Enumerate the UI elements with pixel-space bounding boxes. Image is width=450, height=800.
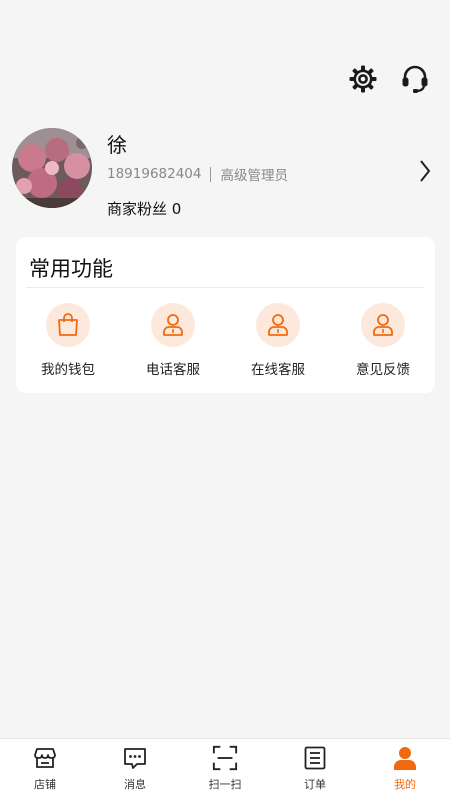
tab-label: 订单	[304, 778, 326, 791]
fans-count: 商家粉丝 0	[107, 200, 182, 218]
header-actions	[346, 62, 432, 96]
function-label: 我的钱包	[41, 362, 95, 378]
gear-icon[interactable]	[346, 62, 380, 96]
person-icon	[361, 303, 405, 347]
store-icon	[32, 745, 58, 771]
person-icon	[256, 303, 300, 347]
avatar[interactable]	[12, 128, 92, 208]
function-online-service[interactable]: 在线客服	[228, 303, 328, 378]
function-label: 在线客服	[251, 362, 305, 378]
order-icon	[302, 745, 328, 771]
divider	[26, 287, 425, 288]
user-phone: 18919682404	[107, 166, 202, 182]
common-functions-card: 常用功能 我的钱包 电话客服 在线客服 意见反馈	[16, 237, 435, 393]
card-title: 常用功能	[29, 257, 113, 281]
chevron-right-icon[interactable]	[418, 158, 432, 184]
tab-label: 扫一扫	[208, 778, 242, 791]
message-icon	[122, 745, 148, 771]
user-role: 高级管理员	[220, 168, 288, 184]
tab-label: 我的	[394, 778, 416, 791]
function-label: 电话客服	[146, 362, 200, 378]
function-feedback[interactable]: 意见反馈	[333, 303, 433, 378]
function-grid: 我的钱包 电话客服 在线客服 意见反馈	[16, 303, 435, 378]
function-phone-service[interactable]: 电话客服	[123, 303, 223, 378]
headset-icon[interactable]	[398, 62, 432, 96]
user-meta: 18919682404 高级管理员	[107, 164, 432, 184]
tab-label: 消息	[124, 778, 146, 791]
tab-label: 店铺	[34, 778, 56, 791]
tab-store[interactable]: 店铺	[0, 739, 90, 800]
tab-messages[interactable]: 消息	[90, 739, 180, 800]
person-icon	[151, 303, 195, 347]
meta-separator	[210, 166, 212, 182]
bottom-tab-bar: 店铺 消息 扫一扫 订单 我的	[0, 738, 450, 800]
function-label: 意见反馈	[356, 362, 410, 378]
tab-scan[interactable]: 扫一扫	[180, 739, 270, 800]
user-name: 徐	[107, 133, 127, 157]
profile-section[interactable]: 徐 18919682404 高级管理员 商家粉丝 0	[12, 128, 432, 218]
tab-orders[interactable]: 订单	[270, 739, 360, 800]
function-my-wallet[interactable]: 我的钱包	[18, 303, 118, 378]
profile-icon	[392, 745, 418, 771]
profile-info: 徐 18919682404 高级管理员 商家粉丝 0	[107, 132, 432, 219]
scan-icon	[212, 745, 238, 771]
tab-mine[interactable]: 我的	[360, 739, 450, 800]
wallet-bag-icon	[46, 303, 90, 347]
